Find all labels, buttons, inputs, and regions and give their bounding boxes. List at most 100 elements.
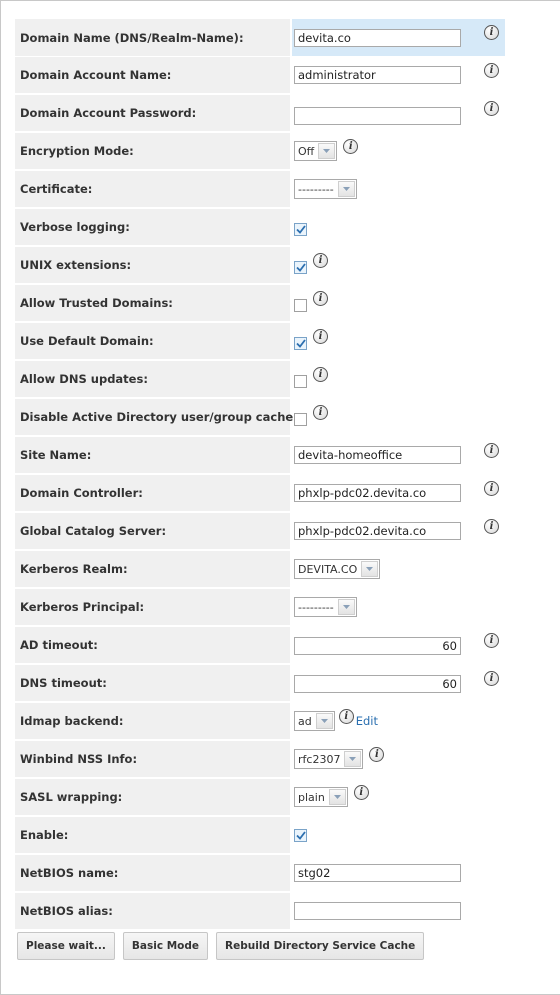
field-value-cell: i <box>292 475 505 511</box>
site-name-input[interactable] <box>294 446 461 464</box>
field-value-cell: rfc2307 i <box>292 741 505 777</box>
field-label: Global Catalog Server: <box>15 513 290 549</box>
kerberos-realm-select[interactable]: DEVITA.CO <box>294 559 381 579</box>
encryption-mode-select[interactable]: Off <box>294 141 338 161</box>
verbose-logging-checkbox[interactable] <box>294 222 307 236</box>
sasl-wrapping-select[interactable]: plain <box>294 787 348 807</box>
row-site-name: Site Name: i <box>15 436 505 474</box>
kerberos-principal-select[interactable]: --------- <box>294 597 357 617</box>
field-value-cell: i <box>292 19 505 56</box>
info-icon[interactable]: i <box>313 328 328 344</box>
netbios-name-input[interactable] <box>294 864 461 882</box>
chevron-down-icon <box>318 143 336 159</box>
idmap-edit-link[interactable]: Edit <box>356 714 378 728</box>
field-value-cell: i <box>292 513 505 549</box>
certificate-select[interactable]: --------- <box>294 179 357 199</box>
field-label: Use Default Domain: <box>15 323 290 359</box>
field-value-cell: Off i <box>292 133 505 169</box>
ad-timeout-input[interactable] <box>294 637 461 655</box>
row-dns-timeout: DNS timeout: i <box>15 664 505 702</box>
dns-timeout-input[interactable] <box>294 675 461 693</box>
row-account-name: Domain Account Name: i <box>15 56 505 94</box>
domain-controller-input[interactable] <box>294 484 461 502</box>
field-label: SASL wrapping: <box>15 779 290 815</box>
field-label: DNS timeout: <box>15 665 290 701</box>
chevron-down-icon <box>337 181 355 197</box>
field-value-cell <box>292 817 505 853</box>
account-password-input[interactable] <box>294 107 461 125</box>
basic-mode-button[interactable]: Basic Mode <box>122 932 209 960</box>
netbios-alias-input[interactable] <box>294 902 461 920</box>
field-label: Idmap backend: <box>15 703 290 739</box>
chevron-down-icon <box>337 599 355 615</box>
field-value-cell: DEVITA.CO <box>292 551 505 587</box>
info-icon[interactable]: i <box>484 25 499 40</box>
chevron-down-icon <box>328 789 346 805</box>
field-label: Kerberos Principal: <box>15 589 290 625</box>
row-domain-controller: Domain Controller: i <box>15 474 505 512</box>
select-value: ad <box>298 714 312 728</box>
row-certificate: Certificate: --------- <box>15 170 505 208</box>
field-value-cell <box>292 893 505 929</box>
field-value-cell: i <box>292 437 505 473</box>
enable-checkbox[interactable] <box>294 828 307 842</box>
info-icon[interactable]: i <box>484 633 499 648</box>
row-enable: Enable: <box>15 816 505 854</box>
action-buttons: Please wait... Basic Mode Rebuild Direct… <box>17 932 425 960</box>
use-default-domain-checkbox[interactable] <box>294 336 307 350</box>
info-icon[interactable]: i <box>484 671 499 686</box>
field-value-cell: --------- <box>292 589 505 625</box>
row-netbios-name: NetBIOS name: <box>15 854 505 892</box>
field-label: Allow Trusted Domains: <box>15 285 290 321</box>
info-icon[interactable]: i <box>313 290 328 306</box>
allow-dns-updates-checkbox[interactable] <box>294 374 307 388</box>
field-value-cell: plain i <box>292 779 505 815</box>
info-icon[interactable]: i <box>353 784 369 800</box>
field-label: NetBIOS alias: <box>15 893 290 929</box>
row-idmap-backend: Idmap backend: ad i Edit <box>15 702 505 740</box>
info-icon[interactable]: i <box>484 63 499 78</box>
field-label: Encryption Mode: <box>15 133 290 169</box>
info-icon[interactable]: i <box>338 708 354 724</box>
checkmark-icon <box>295 224 306 234</box>
field-label: AD timeout: <box>15 627 290 663</box>
info-icon[interactable]: i <box>313 404 328 420</box>
domain-name-input[interactable] <box>294 28 461 47</box>
info-icon[interactable]: i <box>369 746 385 762</box>
account-name-input[interactable] <box>294 66 461 84</box>
info-icon[interactable]: i <box>484 101 499 116</box>
field-label: Certificate: <box>15 171 290 207</box>
field-label: Verbose logging: <box>15 209 290 245</box>
info-icon[interactable]: i <box>484 519 499 534</box>
please-wait-button[interactable]: Please wait... <box>17 932 115 960</box>
row-winbind-nss: Winbind NSS Info: rfc2307 i <box>15 740 505 778</box>
field-label: NetBIOS name: <box>15 855 290 891</box>
info-icon[interactable]: i <box>484 481 499 496</box>
field-label: Site Name: <box>15 437 290 473</box>
info-icon[interactable]: i <box>343 138 359 154</box>
field-label: Domain Controller: <box>15 475 290 511</box>
disable-ad-cache-checkbox[interactable] <box>294 412 307 426</box>
field-label: UNIX extensions: <box>15 247 290 283</box>
info-icon[interactable]: i <box>484 443 499 458</box>
field-value-cell: i <box>292 323 505 359</box>
unix-extensions-checkbox[interactable] <box>294 260 307 274</box>
field-value-cell: --------- <box>292 171 505 207</box>
field-label: Kerberos Realm: <box>15 551 290 587</box>
idmap-backend-select[interactable]: ad <box>294 711 335 731</box>
select-value: DEVITA.CO <box>298 562 358 576</box>
chevron-down-icon <box>361 561 379 577</box>
rebuild-cache-button[interactable]: Rebuild Directory Service Cache <box>216 932 425 960</box>
row-netbios-alias: NetBIOS alias: <box>15 892 505 930</box>
allow-trusted-domains-checkbox[interactable] <box>294 298 307 312</box>
left-border <box>0 0 1 995</box>
field-label: Domain Name (DNS/Realm-Name): <box>15 19 290 56</box>
info-icon[interactable]: i <box>313 252 328 268</box>
select-value: --------- <box>298 182 334 196</box>
field-label: Domain Account Password: <box>15 95 290 131</box>
row-use-default-domain: Use Default Domain: i <box>15 322 505 360</box>
chevron-down-icon <box>315 713 333 729</box>
info-icon[interactable]: i <box>313 366 328 382</box>
global-catalog-input[interactable] <box>294 522 461 540</box>
winbind-nss-select[interactable]: rfc2307 <box>294 749 364 769</box>
